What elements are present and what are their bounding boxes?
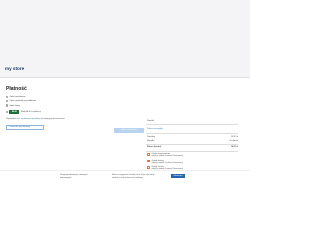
summary-heading: Produkt	[147, 119, 154, 122]
radio-icon[interactable]	[6, 110, 9, 114]
newsletter-heading: Otrzymuj informacje o naszych najnowszyc…	[60, 173, 88, 179]
total-label: Razem (brutto)	[147, 146, 162, 148]
show-details-link[interactable]: Pokaż szczegóły	[147, 128, 162, 130]
back-to-shipping-button[interactable]: ‹ Powrót do opcji dostawy	[6, 125, 44, 130]
radio-icon[interactable]	[6, 95, 9, 99]
terms-link[interactable]: regulaminem sprzedaży	[21, 118, 40, 120]
newsletter-description: Możesz zrezygnować w każdej chwili. W ty…	[112, 174, 155, 179]
terms-consent[interactable]: Zapoznałem się z regulaminem sprzedaży i…	[6, 118, 65, 120]
total-value: 18,87 zł	[230, 146, 238, 148]
payment-option-label: Kody BLIK w aplikacji	[20, 111, 41, 113]
radio-icon[interactable]	[6, 104, 9, 107]
subscribe-button[interactable]: Subskrybuj	[171, 173, 185, 178]
reassurance-delivery: Zasady dostawy (edytuj w module Customer…	[147, 160, 183, 165]
payment-option-cash[interactable]: Opłać gotówką przy odbiorze	[6, 99, 36, 103]
payment-option-label: Opłać kartą	[9, 104, 21, 107]
truck-icon	[147, 159, 150, 163]
shipping-value: Za darmo	[229, 139, 238, 142]
payment-option-card[interactable]: Opłać kartą	[6, 104, 20, 108]
radio-icon[interactable]	[6, 99, 9, 103]
shipping-label: Wysyłka	[147, 139, 155, 142]
products-label: Produkty	[147, 135, 155, 138]
store-logo[interactable]: my store	[5, 66, 24, 71]
site-header: my store	[0, 0, 250, 78]
payment-option-label: Opłać gotówką przy odbiorze	[9, 100, 37, 102]
blik-logo: BLIK	[9, 110, 20, 114]
shield-icon	[147, 153, 150, 156]
return-icon	[147, 166, 150, 169]
page-title: Płatność	[6, 86, 27, 92]
newsletter-footer: Otrzymuj informacje o naszych najnowszyc…	[0, 170, 250, 188]
products-value: 18,87 zł	[230, 135, 238, 138]
place-order-button[interactable]: Opłać zamówienie	[114, 128, 144, 133]
payment-option-blik[interactable]: BLIK Kody BLIK w aplikacji	[6, 110, 41, 114]
reassurance-security: Polityka bezpieczeństwa (edytuj w module…	[147, 153, 183, 158]
checkout-page: my store Płatność Opłać przelewem Opłać …	[0, 0, 250, 250]
payment-option-label: Opłać przelewem	[9, 96, 26, 98]
